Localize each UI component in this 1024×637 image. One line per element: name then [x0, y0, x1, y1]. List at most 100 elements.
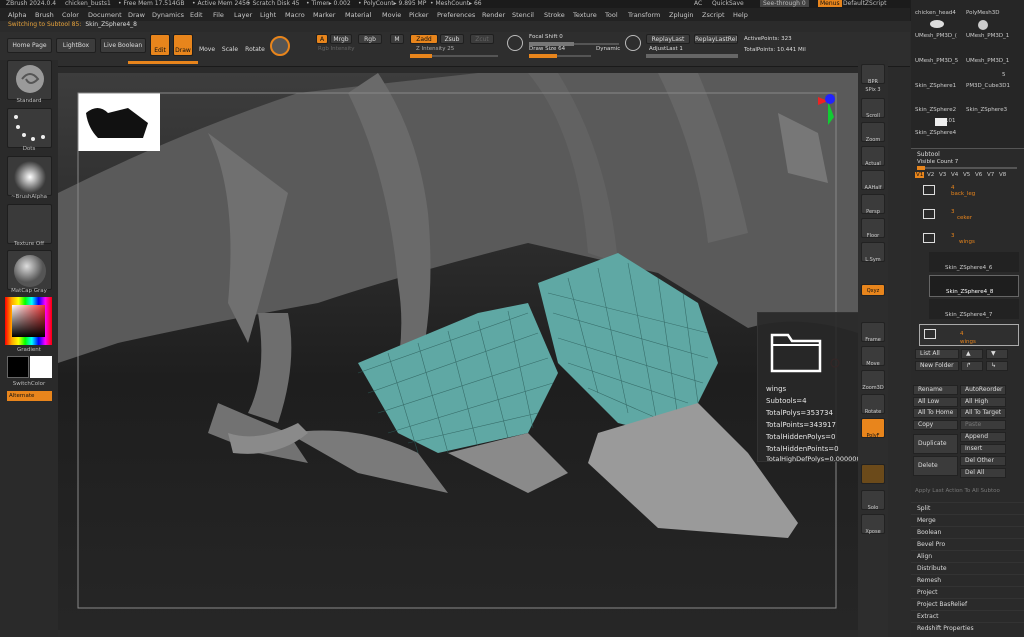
persp-button[interactable]: Persp: [861, 194, 885, 215]
menu-texture[interactable]: Texture: [573, 11, 597, 19]
menu-stencil[interactable]: Stencil: [512, 11, 534, 19]
tool-item[interactable]: UMesh_PM3D_5: [915, 58, 958, 64]
draw-size-label[interactable]: Draw Size 64: [529, 46, 565, 52]
a-button[interactable]: A: [316, 34, 328, 44]
texture-thumb[interactable]: [7, 204, 52, 244]
focal-shift-slider[interactable]: [529, 42, 619, 46]
menu-material[interactable]: Material: [345, 11, 371, 19]
menu-transform[interactable]: Transform: [628, 11, 660, 19]
subtool-row[interactable]: Skin_ZSphere4_6: [929, 252, 1019, 272]
bpr-button[interactable]: BPR: [861, 64, 885, 85]
align-section[interactable]: Align: [911, 550, 1024, 562]
menu-draw[interactable]: Draw: [128, 11, 145, 19]
split-section[interactable]: Split: [911, 502, 1024, 514]
z-intensity-label[interactable]: Z Intensity 25: [416, 46, 454, 52]
visible-count[interactable]: Visible Count 7: [917, 159, 958, 165]
see-through-slider[interactable]: See-through 0: [760, 0, 809, 7]
boolean-section[interactable]: Boolean: [911, 526, 1024, 538]
rotate-button[interactable]: Rotate: [244, 34, 266, 56]
spix-slider[interactable]: SPix 3: [861, 86, 885, 94]
append-button[interactable]: Append: [960, 432, 1006, 442]
subtool-row[interactable]: Skin_ZSphere4_7: [929, 299, 1019, 319]
replay-last-button[interactable]: ReplayLast: [646, 34, 690, 44]
d-icon[interactable]: [625, 35, 641, 51]
copy-button[interactable]: Copy: [913, 420, 958, 430]
bevel-pro-section[interactable]: Bevel Pro: [911, 538, 1024, 550]
project-section[interactable]: Project: [911, 586, 1024, 598]
subtool-folder-ceker[interactable]: ceker 3: [919, 205, 1019, 227]
move-up-button[interactable]: ▲: [961, 349, 983, 359]
focal-shift-label[interactable]: Focal Shift 0: [529, 34, 563, 40]
standard-brush-thumb[interactable]: [7, 60, 52, 100]
color-picker[interactable]: [5, 297, 52, 345]
list-all-button[interactable]: List All: [915, 349, 959, 359]
tool-thumb[interactable]: [978, 20, 988, 30]
mrgb-button[interactable]: Mrgb: [330, 34, 352, 44]
model-render[interactable]: [58, 73, 858, 630]
tool-thumb[interactable]: [930, 20, 944, 28]
all-to-home-button[interactable]: All To Home: [913, 408, 958, 418]
matcap-thumb[interactable]: [7, 250, 52, 290]
distribute-section[interactable]: Distribute: [911, 562, 1024, 574]
qxyz-button[interactable]: Qxyz: [861, 284, 885, 296]
zcut-button[interactable]: Zcut: [470, 34, 494, 44]
alternate-button[interactable]: Alternate: [7, 391, 52, 401]
menu-edit[interactable]: Edit: [190, 11, 203, 19]
duplicate-button[interactable]: Duplicate: [913, 434, 958, 454]
floor-button[interactable]: Floor: [861, 218, 885, 239]
menu-dynamics[interactable]: Dynamics: [152, 11, 184, 19]
tool-item[interactable]: UMesh_PM3D_1: [966, 58, 1009, 64]
adjust-last-slider[interactable]: [646, 54, 738, 58]
menu-render[interactable]: Render: [482, 11, 505, 19]
menu-alpha[interactable]: Alpha: [8, 11, 26, 19]
tool-item[interactable]: PolyMesh3D: [966, 10, 999, 16]
rgb-button[interactable]: Rgb: [358, 34, 382, 44]
tool-item[interactable]: chicken_head4: [915, 10, 956, 16]
adjust-last-label[interactable]: AdjustLast 1: [649, 46, 683, 52]
project-basrelief-section[interactable]: Project BasRelief: [911, 598, 1024, 610]
menu-zplugin[interactable]: Zplugin: [669, 11, 694, 19]
menu-picker[interactable]: Picker: [409, 11, 428, 19]
tool-item[interactable]: Skin_ZSphere1: [915, 83, 956, 89]
all-to-target-button[interactable]: All To Target: [960, 408, 1006, 418]
subtool-folder-wings-2[interactable]: wings 4: [919, 324, 1019, 346]
tool-item[interactable]: Skin_ZSphere3: [966, 107, 1007, 113]
canvas-viewport[interactable]: [58, 73, 858, 630]
remesh-section[interactable]: Remesh: [911, 574, 1024, 586]
move-view-button[interactable]: Move: [861, 346, 885, 367]
menu-stroke[interactable]: Stroke: [544, 11, 565, 19]
zadd-button[interactable]: Zadd: [410, 34, 438, 44]
draw-button[interactable]: Draw: [173, 34, 193, 56]
version-v4[interactable]: V4: [951, 172, 958, 178]
menu-zscript[interactable]: Zscript: [702, 11, 725, 19]
primary-color[interactable]: [7, 356, 29, 378]
redshift-section[interactable]: Redshift Properties: [911, 622, 1024, 634]
menus-button[interactable]: Menus: [818, 0, 842, 7]
draw-size-slider[interactable]: [529, 54, 591, 58]
extract-section[interactable]: Extract: [911, 610, 1024, 622]
secondary-color[interactable]: [30, 356, 52, 378]
delete-button[interactable]: Delete: [913, 456, 958, 476]
tool-item[interactable]: Skin_ZSphere2: [915, 107, 956, 113]
paste-button[interactable]: Paste: [960, 420, 1006, 430]
new-folder-button[interactable]: New Folder: [915, 361, 959, 371]
del-all-button[interactable]: Del All: [960, 468, 1006, 478]
brush-alpha-thumb[interactable]: [7, 156, 52, 196]
menu-movie[interactable]: Movie: [382, 11, 401, 19]
version-v3[interactable]: V3: [939, 172, 946, 178]
all-high-button[interactable]: All High: [960, 397, 1006, 407]
polyf-button[interactable]: PolyF: [861, 418, 885, 439]
frame-button[interactable]: Frame: [861, 322, 885, 343]
del-other-button[interactable]: Del Other: [960, 456, 1006, 466]
tool-thumb[interactable]: [935, 118, 947, 126]
dots-stroke-thumb[interactable]: [7, 108, 52, 148]
arrow-down-button[interactable]: ↳: [986, 361, 1008, 371]
material-swatch[interactable]: [270, 36, 290, 56]
s-icon[interactable]: [507, 35, 523, 51]
lsym-button[interactable]: L.Sym: [861, 242, 885, 263]
aahalf-button[interactable]: AAHalf: [861, 170, 885, 191]
rgb-intensity-label[interactable]: Rgb Intensity: [318, 46, 355, 52]
menu-brush[interactable]: Brush: [35, 11, 54, 19]
move-down-button[interactable]: ▼: [986, 349, 1008, 359]
version-v6[interactable]: V6: [975, 172, 982, 178]
